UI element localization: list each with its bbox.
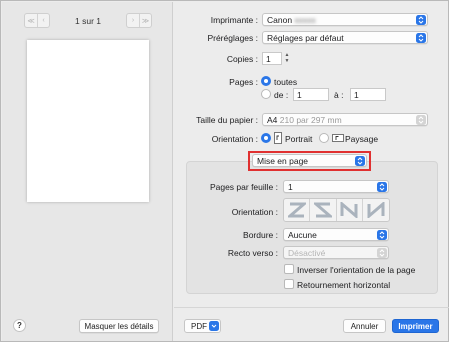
- pdf-label: PDF: [191, 321, 207, 331]
- reverse-orientation-label: Inverser l'orientation de la page: [297, 265, 416, 275]
- layout-n-icon[interactable]: [337, 199, 363, 221]
- copies-label: Copies :: [226, 54, 258, 64]
- pages-to-field[interactable]: 1: [350, 88, 386, 101]
- chevron-down-icon: [209, 321, 219, 331]
- chevron-double-right-icon[interactable]: ≫: [139, 14, 151, 27]
- border-select[interactable]: Aucune: [283, 228, 389, 241]
- orientation-landscape-radio[interactable]: [319, 133, 329, 143]
- pages-from-label: de :: [274, 90, 289, 100]
- preview-nav-forward: › ≫: [126, 13, 152, 28]
- border-value: Aucune: [288, 229, 317, 240]
- flip-horizontal-checkbox[interactable]: [284, 279, 294, 289]
- pages-per-sheet-select[interactable]: 1: [283, 180, 389, 193]
- layout-direction-group: [283, 198, 390, 222]
- chevron-left-icon[interactable]: ‹: [37, 14, 49, 27]
- cancel-button[interactable]: Annuler: [343, 319, 386, 333]
- footer-divider: [174, 307, 449, 308]
- pages-to-label: à :: [334, 90, 344, 100]
- chevron-updown-icon: [377, 248, 387, 258]
- landscape-icon: [332, 133, 344, 145]
- orientation-label: Orientation :: [211, 134, 258, 144]
- pages-range-radio[interactable]: [261, 89, 271, 99]
- orientation-portrait-label: Portrait: [285, 134, 313, 144]
- orientation-landscape-label: Paysage: [345, 134, 379, 144]
- pages-label: Pages :: [229, 77, 258, 87]
- pages-per-sheet-value: 1: [288, 181, 293, 192]
- printer-value: Canon: [267, 14, 293, 25]
- section-highlight-box: [248, 151, 371, 171]
- copies-stepper[interactable]: ▲ ▼: [283, 51, 291, 65]
- preview-nav-back: ≪ ‹: [24, 13, 50, 28]
- pages-all-radio[interactable]: [261, 76, 271, 86]
- chevron-updown-icon: [377, 182, 387, 192]
- presets-value: Réglages par défaut: [267, 32, 344, 43]
- page-preview: [27, 40, 149, 202]
- print-dialog: ≪ ‹ 1 sur 1 › ≫ ? Masquer les détails Im…: [0, 0, 449, 342]
- copies-field[interactable]: 1: [262, 52, 282, 65]
- two-sided-value: Désactivé: [288, 247, 326, 258]
- paper-size-value: A4: [267, 114, 278, 125]
- hide-details-button[interactable]: Masquer les détails: [79, 319, 159, 333]
- layout-reverse-z-icon[interactable]: [310, 199, 337, 221]
- pages-per-sheet-label: Pages par feuille :: [209, 182, 278, 192]
- paper-size-label: Taille du papier :: [196, 115, 258, 125]
- border-label: Bordure :: [243, 230, 278, 240]
- flip-horizontal-label: Retournement horizontal: [297, 280, 391, 290]
- presets-label: Préréglages :: [207, 33, 258, 43]
- layout-reverse-n-icon[interactable]: [363, 199, 389, 221]
- printer-value-hidden: xxxxx: [294, 14, 316, 25]
- preview-pane: ≪ ‹ 1 sur 1 › ≫: [2, 2, 173, 341]
- chevron-updown-icon: [416, 115, 426, 125]
- printer-select[interactable]: Canon xxxxx: [262, 13, 428, 26]
- page-counter: 1 sur 1: [75, 16, 101, 26]
- portrait-icon: [273, 132, 283, 146]
- orientation-portrait-radio[interactable]: [261, 133, 271, 143]
- chevron-updown-icon: [416, 15, 426, 25]
- help-button[interactable]: ?: [13, 319, 26, 332]
- chevron-right-icon[interactable]: ›: [127, 14, 139, 27]
- paper-size-detail: 210 par 297 mm: [279, 114, 342, 125]
- two-sided-select[interactable]: Désactivé: [283, 246, 389, 259]
- printer-label: Imprimante :: [210, 15, 258, 25]
- chevron-updown-icon: [377, 230, 387, 240]
- chevron-double-left-icon[interactable]: ≪: [25, 14, 37, 27]
- layout-z-icon[interactable]: [284, 199, 311, 221]
- presets-select[interactable]: Réglages par défaut: [262, 31, 428, 44]
- pdf-menu-button[interactable]: PDF: [184, 319, 221, 333]
- chevron-updown-icon: [416, 33, 426, 43]
- pages-from-field[interactable]: 1: [293, 88, 329, 101]
- reverse-orientation-checkbox[interactable]: [284, 264, 294, 274]
- two-sided-label: Recto verso :: [227, 248, 278, 258]
- pages-all-label: toutes: [274, 77, 298, 87]
- paper-size-select[interactable]: A4 210 par 297 mm: [262, 113, 428, 126]
- layout-direction-label: Orientation :: [231, 207, 278, 217]
- print-button[interactable]: Imprimer: [392, 319, 439, 333]
